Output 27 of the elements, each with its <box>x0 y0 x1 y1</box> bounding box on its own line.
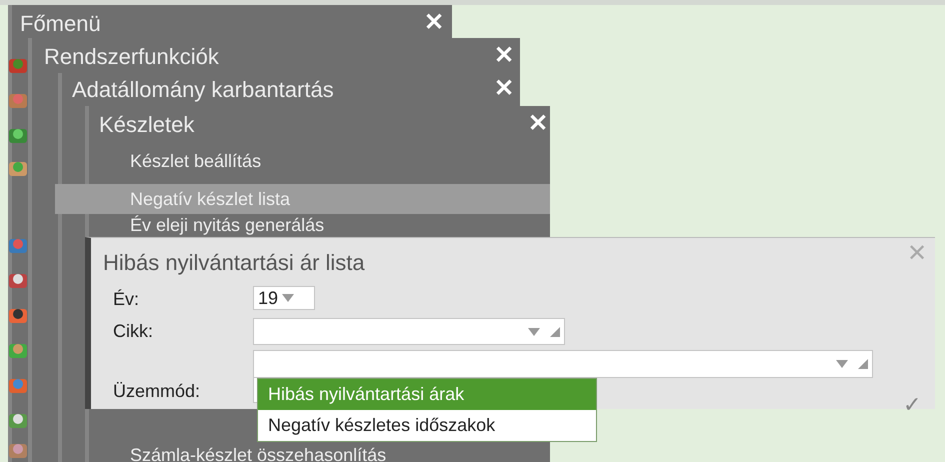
dropdown-option[interactable]: Hibás nyilvántartási árak <box>258 379 596 410</box>
panel-title: Adatállomány karbantartás <box>72 79 334 101</box>
close-button[interactable]: ✕ <box>528 112 548 136</box>
dialog-title: Hibás nyilvántartási ár lista <box>103 249 365 277</box>
dropdown-arrow-icon <box>282 294 294 302</box>
ok-button[interactable]: ✓ <box>903 394 921 416</box>
item-combo-field[interactable] <box>253 318 565 345</box>
menu-item[interactable]: Negatív készlet lista <box>55 184 550 214</box>
dropdown-arrow-icon <box>836 360 848 368</box>
panel-title: Főmenü <box>20 13 101 35</box>
resize-grip-icon <box>858 359 868 369</box>
close-button[interactable]: ✕ <box>424 11 444 35</box>
menu-item[interactable]: Számla-készlet összehasonlítás <box>130 444 386 462</box>
panel-title: Készletek <box>99 114 194 136</box>
resize-grip-icon <box>550 326 560 336</box>
dropdown-arrow-icon <box>528 328 540 336</box>
year-select[interactable]: 19 <box>253 286 315 310</box>
dropdown-option[interactable]: Negatív készletes időszakok <box>258 410 596 441</box>
close-button[interactable]: ✕ <box>494 77 514 101</box>
panel-title: Rendszerfunkciók <box>44 46 219 68</box>
menu-item[interactable]: Készlet beállítás <box>130 150 262 171</box>
field-label: Cikk: <box>113 320 153 343</box>
item-name-combo-field[interactable] <box>253 350 873 378</box>
field-label: Év: <box>113 288 140 311</box>
menu-item[interactable]: Év eleji nyitás generálás <box>130 214 324 235</box>
field-label: Üzemmód: <box>113 380 200 403</box>
close-button[interactable]: ✕ <box>494 44 514 68</box>
